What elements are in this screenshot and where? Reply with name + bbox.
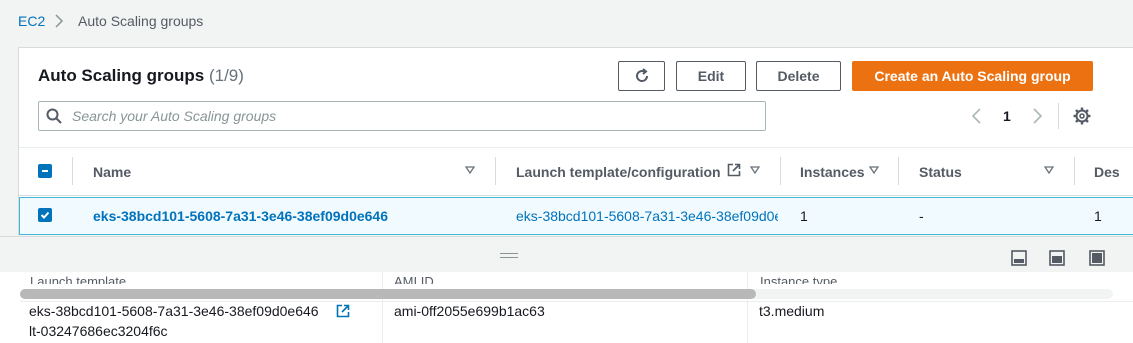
panel-title-text: Auto Scaling groups bbox=[38, 66, 205, 85]
breadcrumb-current: Auto Scaling groups bbox=[78, 13, 204, 29]
external-link-icon bbox=[727, 163, 741, 177]
edit-button[interactable]: Edit bbox=[676, 61, 746, 91]
sort-caret-icon[interactable] bbox=[465, 166, 475, 174]
external-link-icon[interactable] bbox=[336, 304, 350, 318]
search-icon bbox=[46, 108, 62, 124]
delete-button[interactable]: Delete bbox=[756, 61, 841, 91]
chevron-right-icon bbox=[55, 14, 64, 28]
sort-caret-icon[interactable] bbox=[750, 166, 760, 174]
details-ami-id: ami-0ff2055e699b1ac63 bbox=[394, 303, 545, 319]
column-divider bbox=[495, 157, 496, 185]
select-all-checkbox[interactable] bbox=[38, 164, 52, 178]
panel-split-icon[interactable] bbox=[1049, 250, 1065, 266]
search-input[interactable] bbox=[72, 102, 762, 130]
column-header-instances[interactable]: Instances bbox=[800, 164, 865, 180]
column-divider bbox=[780, 157, 781, 185]
column-header-status[interactable]: Status bbox=[919, 164, 962, 180]
sort-caret-icon[interactable] bbox=[869, 166, 879, 174]
refresh-button[interactable] bbox=[618, 61, 665, 91]
refresh-icon bbox=[635, 68, 648, 82]
details-launch-template-id: lt-03247686ec3204f6c bbox=[29, 323, 168, 339]
scrollbar-thumb[interactable] bbox=[20, 289, 756, 299]
page-title: Auto Scaling groups (1/9) bbox=[38, 66, 244, 86]
page-number[interactable]: 1 bbox=[1003, 108, 1011, 124]
checkbox-indeterminate-icon bbox=[42, 170, 48, 172]
column-header-desired[interactable]: Des bbox=[1094, 164, 1120, 180]
details-launch-template-link[interactable]: eks-38bcd101-5608-7a31-3e46-38ef09d0e646 bbox=[29, 303, 319, 319]
split-panel-header bbox=[0, 236, 1133, 272]
create-asg-button[interactable]: Create an Auto Scaling group bbox=[852, 61, 1093, 91]
column-divider bbox=[898, 157, 899, 185]
details-instance-type: t3.medium bbox=[759, 303, 825, 319]
grip-handle-icon[interactable] bbox=[500, 253, 518, 258]
details-header-ami-id: AMI ID bbox=[394, 275, 434, 284]
column-header-name[interactable]: Name bbox=[93, 164, 131, 180]
row-checkbox[interactable] bbox=[38, 208, 52, 222]
column-divider bbox=[1074, 157, 1075, 185]
details-header-launch-template: Launch template bbox=[30, 275, 127, 284]
sort-caret-icon[interactable] bbox=[1044, 166, 1054, 174]
checkbox-checked-icon bbox=[40, 211, 50, 219]
column-header-launch-template[interactable]: Launch template/configuration bbox=[516, 164, 721, 180]
selection-count: (1/9) bbox=[208, 66, 244, 85]
chevron-left-icon[interactable] bbox=[970, 107, 984, 125]
panel-full-icon[interactable] bbox=[1089, 250, 1105, 266]
status-value: - bbox=[919, 208, 924, 224]
launch-template-link[interactable]: eks-38bcd101-5608-7a31-3e46-38ef09d0e646 bbox=[516, 208, 778, 224]
chevron-right-icon[interactable] bbox=[1030, 107, 1044, 125]
column-divider bbox=[382, 272, 383, 343]
gear-icon[interactable] bbox=[1073, 107, 1091, 125]
column-divider bbox=[747, 272, 748, 343]
instances-value: 1 bbox=[800, 208, 808, 224]
column-divider bbox=[72, 157, 73, 185]
details-header-instance-type: Instance type bbox=[760, 275, 838, 284]
panel-bottom-icon[interactable] bbox=[1011, 250, 1027, 266]
breadcrumb-ec2-link[interactable]: EC2 bbox=[18, 13, 45, 29]
divider bbox=[1058, 103, 1059, 129]
divider bbox=[20, 301, 1133, 302]
asg-name-link[interactable]: eks-38bcd101-5608-7a31-3e46-38ef09d0e646 bbox=[93, 208, 388, 224]
desired-value: 1 bbox=[1094, 208, 1102, 224]
